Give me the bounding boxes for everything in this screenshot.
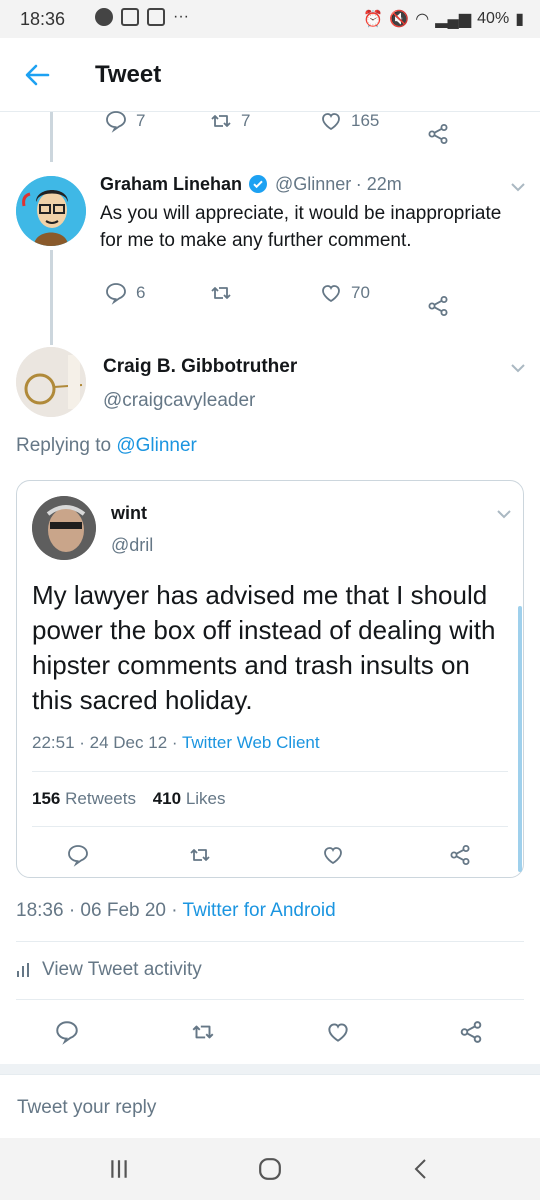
- thread-line: [50, 112, 53, 162]
- main-tweet-actions: [54, 1018, 494, 1046]
- quoted-timestamp: 22:51 · 24 Dec 12 ·: [32, 733, 178, 752]
- heart-icon: [322, 113, 340, 131]
- author-name[interactable]: Craig B. Gibbotruther: [103, 356, 297, 378]
- heart-icon[interactable]: [325, 1019, 351, 1045]
- photo-avatar-icon: [16, 347, 86, 417]
- home-icon[interactable]: [258, 1157, 282, 1181]
- avatar[interactable]: [16, 347, 86, 417]
- view-activity-label: View Tweet activity: [42, 959, 202, 980]
- divider: [16, 999, 524, 1000]
- messenger-icon: [95, 8, 113, 26]
- quoted-client-link[interactable]: Twitter Web Client: [182, 733, 320, 752]
- divider: [32, 771, 508, 772]
- retweets-count: 156: [32, 789, 61, 808]
- quoted-timestamp-row: 22:51 · 24 Dec 12 · Twitter Web Client: [32, 733, 320, 753]
- likes-count: 410: [152, 789, 182, 808]
- retweet-icon[interactable]: [190, 1019, 216, 1045]
- chevron-down-icon[interactable]: [496, 509, 512, 519]
- quoted-actions: [66, 842, 486, 868]
- replying-to: Replying to @Glinner: [16, 435, 197, 457]
- verified-icon: [249, 175, 268, 193]
- reply-input[interactable]: Tweet your reply: [0, 1074, 540, 1138]
- avatar[interactable]: [16, 176, 86, 246]
- back-arrow-icon[interactable]: [22, 60, 52, 90]
- reply-button[interactable]: 7: [104, 109, 145, 133]
- back-nav-icon[interactable]: [413, 1157, 427, 1181]
- retweets-label: Retweets: [65, 789, 136, 808]
- scrollbar[interactable]: [518, 606, 522, 872]
- like-button[interactable]: 70: [319, 281, 370, 305]
- retweet-icon[interactable]: [188, 843, 212, 867]
- reply-button[interactable]: 6: [104, 281, 145, 305]
- more-notifications-icon: ···: [173, 8, 189, 25]
- reply-count: 6: [136, 283, 146, 302]
- reply-icon[interactable]: [66, 843, 90, 867]
- author-handle[interactable]: @Glinner: [275, 174, 351, 194]
- share-icon[interactable]: [458, 1019, 484, 1045]
- wifi-icon: ◠: [415, 11, 430, 28]
- divider: [16, 941, 524, 942]
- gallery-icon: [121, 8, 139, 26]
- heart-icon[interactable]: [321, 843, 345, 867]
- author-handle[interactable]: @craigcavyleader: [103, 390, 255, 412]
- tweet-timestamp: 18:36 · 06 Feb 20 ·: [16, 900, 178, 921]
- tweet-header: Graham Linehan @Glinner · 22m: [100, 174, 402, 195]
- likes-stat[interactable]: 410 Likes: [153, 789, 226, 808]
- divider: [0, 1064, 540, 1074]
- share-icon[interactable]: [426, 122, 450, 146]
- android-nav-bar: [0, 1138, 540, 1200]
- cartoon-avatar-icon: [16, 176, 86, 246]
- battery-text: 40%: [477, 10, 510, 27]
- bar-chart-icon: [17, 963, 29, 977]
- replying-handle-link[interactable]: @Glinner: [116, 435, 197, 456]
- thread-line: [50, 250, 53, 345]
- reply-icon: [106, 283, 126, 305]
- status-bar: 18:36 ··· ⏰ 🔇 ◠ ▂▄▆ 40% ▮: [0, 0, 540, 38]
- chevron-down-icon[interactable]: [510, 182, 526, 192]
- app-header: Tweet: [0, 38, 540, 112]
- signal-icon: ▂▄▆: [435, 11, 472, 28]
- heart-icon: [322, 285, 340, 303]
- retweet-count: 7: [241, 111, 251, 130]
- view-activity-button[interactable]: View Tweet activity: [16, 959, 202, 981]
- status-time: 18:36: [20, 9, 66, 29]
- quoted-engagement: 156 Retweets 410 Likes: [32, 789, 226, 809]
- reply-icon[interactable]: [54, 1019, 80, 1045]
- author-name[interactable]: Graham Linehan: [100, 174, 242, 194]
- tweet-timestamp-row: 18:36 · 06 Feb 20 · Twitter for Android: [16, 900, 336, 922]
- quoted-author-handle[interactable]: @dril: [111, 535, 153, 556]
- retweet-button[interactable]: [209, 281, 241, 305]
- tweet-client-link[interactable]: Twitter for Android: [183, 900, 336, 921]
- retweet-icon: [211, 115, 231, 127]
- retweet-button[interactable]: 7: [209, 109, 250, 133]
- avatar[interactable]: [32, 496, 96, 560]
- like-count: 165: [351, 111, 380, 130]
- like-button[interactable]: 165: [319, 109, 379, 133]
- alarm-icon: ⏰: [363, 11, 384, 28]
- retweet-icon: [211, 287, 231, 299]
- reply-icon: [106, 111, 126, 133]
- replying-prefix: Replying to: [16, 435, 112, 456]
- retweets-stat[interactable]: 156 Retweets: [32, 789, 141, 808]
- likes-label: Likes: [185, 789, 226, 808]
- mute-icon: 🔇: [389, 11, 410, 28]
- chevron-down-icon[interactable]: [510, 363, 526, 373]
- system-icons: ⏰ 🔇 ◠ ▂▄▆ 40% ▮: [363, 9, 524, 29]
- like-count: 70: [351, 283, 370, 302]
- divider: [32, 826, 508, 827]
- photo-avatar-icon: [32, 496, 96, 560]
- share-icon[interactable]: [426, 294, 450, 318]
- page-title: Tweet: [95, 61, 162, 88]
- tweet-time: · 22m: [355, 174, 402, 194]
- battery-icon: ▮: [515, 11, 524, 28]
- notification-icons: ···: [95, 8, 189, 26]
- calendar-icon: [147, 8, 165, 26]
- quoted-author-name[interactable]: wint: [111, 503, 147, 524]
- reply-count: 7: [136, 111, 146, 130]
- tweet-text: As you will appreciate, it would be inap…: [100, 203, 502, 251]
- recent-apps-icon[interactable]: [108, 1158, 130, 1180]
- quoted-tweet-text: My lawyer has advised me that I should p…: [32, 580, 496, 715]
- share-icon[interactable]: [448, 843, 472, 867]
- reply-placeholder: Tweet your reply: [17, 1097, 157, 1118]
